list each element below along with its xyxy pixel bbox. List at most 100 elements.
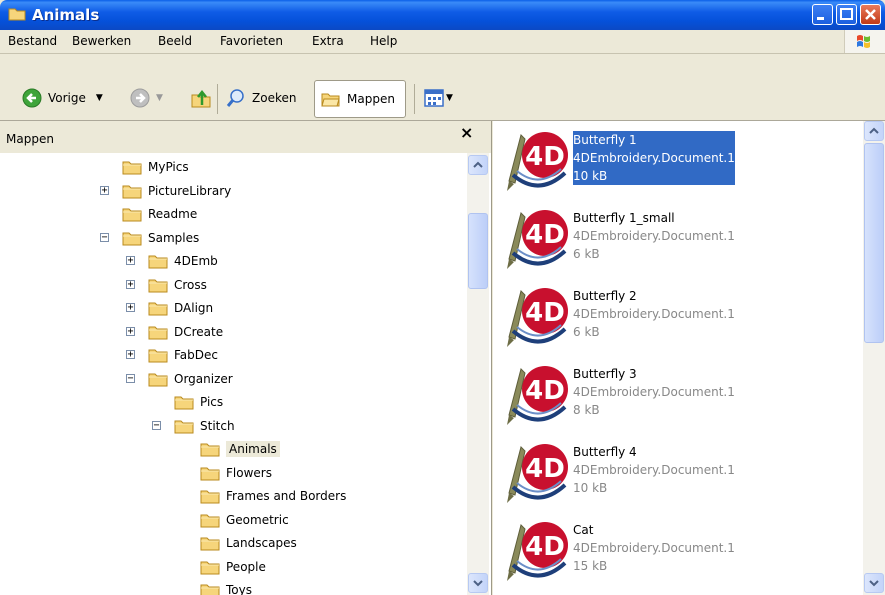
views-dropdown-icon[interactable]: ▼ — [446, 93, 453, 103]
tree-item[interactable]: Landscapes — [200, 533, 297, 553]
file-name: Butterfly 3 — [573, 367, 637, 381]
tree-item-label: FabDec — [174, 348, 218, 362]
tree-item[interactable]: Organizer — [148, 369, 233, 389]
tree-item[interactable]: Flowers — [200, 463, 272, 483]
folder-tree-scrollbar[interactable] — [467, 153, 489, 595]
file-item[interactable]: 4D Butterfly 2 4DEmbroidery.Document.1 6 kB — [499, 281, 859, 356]
menu-help[interactable]: Help — [370, 34, 397, 48]
up-folder-icon — [191, 89, 211, 108]
scroll-thumb[interactable] — [468, 213, 488, 289]
folder-icon — [148, 302, 168, 316]
folder-icon — [148, 326, 168, 339]
tree-item[interactable]: MyPics — [122, 157, 189, 177]
tree-item[interactable]: Geometric — [200, 510, 289, 530]
menu-bestand[interactable]: Bestand — [8, 34, 57, 48]
folder-icon — [174, 420, 194, 433]
folders-label: Mappen — [347, 92, 395, 106]
scroll-down-button[interactable] — [864, 573, 884, 593]
tree-item[interactable]: 4DEmb — [148, 251, 218, 271]
tree-expander[interactable]: − — [152, 420, 161, 430]
chevron-down-icon — [869, 580, 879, 587]
tree-expander[interactable]: + — [126, 326, 135, 336]
back-button[interactable]: Vorige ▼ — [22, 88, 103, 108]
toolbar-separator — [414, 84, 415, 114]
tree-item-label: Geometric — [226, 512, 289, 527]
tree-item[interactable]: Animals — [200, 439, 280, 459]
menu-beeld[interactable]: Beeld — [158, 34, 192, 48]
folder-icon — [200, 561, 220, 574]
file-info: Butterfly 2 4DEmbroidery.Document.1 6 kB — [573, 287, 735, 341]
forward-button[interactable]: ▼ — [130, 88, 163, 108]
folder-icon — [148, 373, 168, 386]
folder-icon — [148, 255, 168, 269]
tree-item[interactable]: Pics — [174, 392, 223, 412]
tree-item[interactable]: Readme — [122, 204, 197, 224]
scroll-up-button[interactable] — [864, 121, 884, 141]
tree-expander[interactable]: − — [126, 373, 135, 383]
menu-bewerken[interactable]: Bewerken — [72, 34, 131, 48]
svg-text:4D: 4D — [525, 454, 565, 484]
file-name: Butterfly 4 — [573, 445, 637, 459]
tree-item[interactable]: PictureLibrary — [122, 181, 231, 201]
views-button[interactable]: ▼ — [424, 89, 453, 107]
4d-embroidery-icon: 4D — [507, 288, 568, 347]
scroll-thumb[interactable] — [864, 143, 884, 343]
maximize-button[interactable] — [836, 4, 857, 25]
4d-embroidery-icon: 4D — [507, 210, 568, 269]
file-item[interactable]: 4D Butterfly 4 4DEmbroidery.Document.1 10 k… — [499, 437, 859, 512]
tree-item[interactable]: Samples — [122, 228, 199, 248]
tree-expander[interactable]: + — [126, 350, 135, 360]
svg-text:4D: 4D — [525, 376, 565, 406]
tree-item-label: Flowers — [226, 465, 272, 480]
file-item[interactable]: 4D Butterfly 1 4DEmbroidery.Document.1 10 k… — [499, 125, 859, 200]
tree-expander[interactable]: + — [100, 185, 109, 195]
scroll-up-button[interactable] — [468, 155, 488, 175]
tree-item-label: Animals — [226, 441, 280, 457]
folder-icon — [174, 396, 194, 410]
folders-pane: Mappen × MyPics + PictureLibrary Readme − Sam… — [0, 121, 492, 595]
tree-expander[interactable]: + — [126, 303, 135, 313]
tree-item-label: 4DEmb — [174, 254, 218, 268]
tree-expander[interactable]: + — [126, 279, 135, 289]
tree-item[interactable]: DAlign — [148, 298, 213, 318]
tree-item[interactable]: Cross — [148, 275, 207, 295]
folder-icon — [200, 537, 220, 551]
tree-item-label: Stitch — [200, 418, 235, 433]
folders-button[interactable]: Mappen — [314, 80, 406, 118]
folder-icon — [200, 584, 220, 595]
tree-item[interactable]: DCreate — [148, 322, 223, 342]
tree-item[interactable]: Frames and Borders — [200, 486, 346, 506]
4d-embroidery-icon: 4D — [507, 522, 568, 581]
tree-item-label: Organizer — [174, 371, 233, 386]
folder-icon — [148, 349, 168, 363]
file-item[interactable]: 4D Butterfly 1_small 4DEmbroidery.Document… — [499, 203, 859, 278]
4d-embroidery-icon: 4D — [507, 444, 568, 503]
up-button[interactable] — [190, 87, 212, 112]
folders-pane-close-button[interactable]: × — [460, 123, 473, 142]
forward-dropdown-icon[interactable]: ▼ — [156, 93, 163, 103]
close-button[interactable] — [860, 4, 881, 25]
tree-item[interactable]: Stitch — [174, 416, 235, 436]
tree-item[interactable]: Toys — [200, 580, 252, 595]
tree-item[interactable]: People — [200, 557, 266, 577]
file-type: 4DEmbroidery.Document.1 — [573, 541, 735, 555]
menu-extra[interactable]: Extra — [312, 34, 344, 48]
file-name: Butterfly 1_small — [573, 211, 675, 225]
tree-expander[interactable]: − — [100, 232, 109, 242]
tree-item-label: Pics — [200, 395, 224, 409]
file-list: 4D Butterfly 1 4DEmbroidery.Document.1 10 k… — [493, 121, 885, 595]
file-list-scrollbar[interactable] — [863, 121, 885, 595]
file-item[interactable]: 4D Butterfly 3 4DEmbroidery.Document.1 8 kB — [499, 359, 859, 434]
4d-embroidery-icon: 4D — [507, 132, 568, 191]
folder-icon — [122, 161, 142, 175]
scroll-down-button[interactable] — [468, 573, 488, 593]
tree-item-label: MyPics — [148, 160, 189, 174]
tree-item[interactable]: FabDec — [148, 345, 218, 365]
close-icon — [865, 9, 876, 20]
minimize-button[interactable] — [812, 4, 833, 25]
back-dropdown-icon[interactable]: ▼ — [96, 93, 103, 103]
file-item[interactable]: 4D Cat 4DEmbroidery.Document.1 15 kB — [499, 515, 859, 590]
menu-favorieten[interactable]: Favorieten — [220, 34, 283, 48]
tree-expander[interactable]: + — [126, 256, 135, 266]
search-button[interactable]: Zoeken — [226, 88, 296, 108]
